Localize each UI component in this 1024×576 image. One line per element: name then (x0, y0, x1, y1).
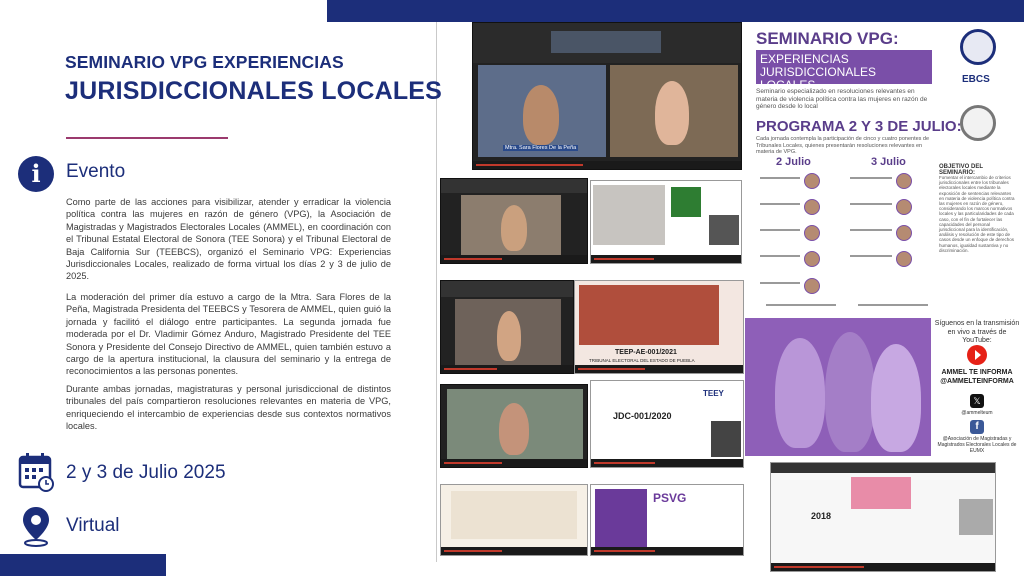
poster-day1: 2 Julio (776, 156, 811, 168)
slide-psvg-screenshot: PSVG (590, 484, 744, 556)
speaker-caption: Mtra. Sara Flores De la Peña (503, 145, 579, 151)
info-icon: i (18, 156, 54, 192)
poster-program: PROGRAMA 2 Y 3 DE JULIO: (756, 118, 962, 135)
video-call-screenshot-2 (440, 178, 588, 264)
slide-analisis-screenshot (440, 484, 588, 556)
youtube-follow-text: Síguenos en la transmisión en vivo a tra… (934, 320, 1020, 344)
slide-teey-logo: TEEY (703, 389, 724, 398)
ebcs-logo: EBCS (962, 74, 990, 85)
x-icon[interactable]: 𝕏 (970, 394, 984, 408)
poster-program-desc: Cada jornada contempla la participación … (756, 136, 930, 155)
event-paragraph-3: Durante ambas jornadas, magistraturas y … (66, 384, 391, 432)
video-call-screenshot-1: Mtra. Sara Flores De la Peña (472, 22, 742, 170)
speaker-photo (896, 199, 912, 215)
slide-2018-screenshot: 2018 (770, 462, 996, 572)
slide-jdc-title: JDC-001/2020 (613, 411, 672, 421)
speaker-photo (896, 225, 912, 241)
poster-title: SEMINARIO VPG: (756, 29, 899, 48)
calendar-icon (18, 453, 54, 492)
slide-2018-year: 2018 (811, 511, 832, 521)
event-heading: Evento (66, 161, 126, 182)
page-title-line1: SEMINARIO VPG EXPERIENCIAS (65, 52, 344, 72)
video-call-screenshot-5 (440, 384, 588, 468)
seal-logo (960, 29, 996, 65)
slide-teep-screenshot: TEEP-AE-001/2021 TRIBUNAL ELECTORAL DEL … (574, 280, 744, 374)
video-call-screenshot-3 (590, 180, 742, 264)
video-call-screenshot-4 (440, 280, 574, 374)
slide-teep-title: TEEP-AE-001/2021 (615, 349, 677, 356)
violencia-politica-graphic (745, 318, 931, 456)
top-accent-bar (327, 0, 1024, 22)
speaker-photo (804, 251, 820, 267)
youtube-icon[interactable] (967, 345, 987, 365)
speaker-photo (896, 173, 912, 189)
poster-day2: 3 Julio (871, 156, 906, 168)
facebook-name: @Asociación de Magistradas y Magistrados… (937, 436, 1017, 454)
poster-description: Seminario especializado en resoluciones … (756, 88, 928, 110)
seminar-poster: SEMINARIO VPG: EXPERIENCIAS JURISDICCION… (746, 23, 1018, 315)
event-date: 2 y 3 de Julio 2025 (66, 462, 226, 483)
tribunal-seal (960, 105, 996, 141)
x-handle: @ammelteum (961, 410, 993, 416)
speaker-photo (804, 225, 820, 241)
poster-objective-text: Fomentar el intercambio de criterios jur… (939, 175, 1015, 253)
poster-subtitle: EXPERIENCIAS JURISDICCIONALES LOCALES (756, 50, 932, 92)
bottom-accent-bar (0, 554, 166, 576)
speaker-photo (804, 199, 820, 215)
event-place: Virtual (66, 515, 120, 536)
event-paragraph-2: La moderación del primer día estuvo a ca… (66, 292, 391, 377)
speaker-photo (896, 251, 912, 267)
youtube-channel-name[interactable]: AMMEL TE INFORMA @AMMELTEINFORMA (932, 369, 1022, 386)
title-underline (66, 137, 228, 139)
location-pin-icon (23, 507, 49, 547)
speaker-photo (804, 173, 820, 189)
slide-psvg-title: PSVG (653, 491, 687, 505)
page-title-line2: JURISDICCIONALES LOCALES (65, 77, 443, 105)
event-paragraph-1: Como parte de las acciones para visibili… (66, 197, 391, 282)
facebook-icon[interactable]: f (970, 420, 984, 434)
slide-teep-subtitle: TRIBUNAL ELECTORAL DEL ESTADO DE PUEBLA (589, 358, 695, 363)
slide-jdc-screenshot: JDC-001/2020 TEEY (590, 380, 744, 468)
speaker-photo (804, 278, 820, 294)
